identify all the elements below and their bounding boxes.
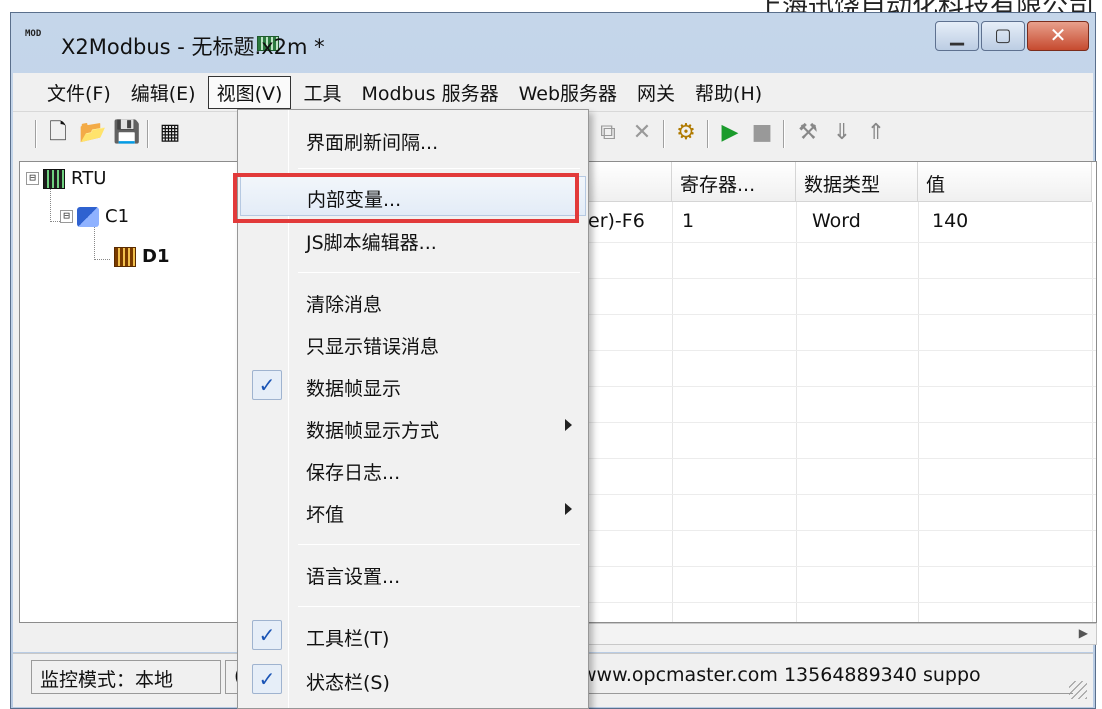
menu-item-errors-only[interactable]: 只显示错误消息 [240,324,586,364]
checkmark-icon: ✓ [252,664,282,694]
minimize-icon: ▁ [950,25,964,46]
maximize-button[interactable]: ▢ [981,21,1025,51]
cell-datatype[interactable]: Word [812,210,861,232]
column-divider [1092,202,1093,622]
tree-node-rtu[interactable]: ⊟ RTU [26,168,106,189]
menu-item-label: 工具栏(T) [306,628,390,650]
device-icon [114,246,136,267]
menu-separator [298,168,580,169]
load-icon[interactable]: ⇓ [829,120,855,146]
menu-modbus-server[interactable]: Modbus 服务器 [353,77,506,108]
menu-gateway[interactable]: 网关 [629,77,683,108]
menu-item-label: 清除消息 [306,294,383,316]
tree-node-c1[interactable]: ⊟ C1 [60,206,129,227]
window-controls: ▁ ▢ ✕ [933,21,1089,51]
tree-node-label: C1 [105,206,130,227]
toolbar-separator [663,120,665,148]
device-tree[interactable]: ⊟ RTU ⊟ C1 D1 [19,161,239,623]
menu-item-show-frames[interactable]: ✓ 数据帧显示 [240,366,586,406]
menu-item-language[interactable]: 语言设置... [240,554,586,594]
connection-icon [77,206,99,227]
submenu-arrow-icon [565,503,572,515]
upload-icon[interactable]: ⇑ [863,120,889,146]
column-divider [672,202,673,622]
menu-item-save-log[interactable]: 保存日志... [240,450,586,490]
checkmark-icon: ✓ [252,620,282,650]
delete-icon[interactable]: ✕ [629,120,655,146]
window-title: X2Modbus - 无标题.x2m * [61,35,325,59]
stop-icon[interactable]: ■ [749,120,775,146]
watermark-text: 上海迅饶自动化科技有限公司 [756,0,1094,12]
new-file-icon[interactable]: 🗋 [45,120,71,146]
column-header-value[interactable]: 值 [918,162,1092,202]
menu-file[interactable]: 文件(F) [39,77,119,108]
column-header-datatype[interactable]: 数据类型 [796,162,918,202]
title-bar[interactable]: MOD X2Modbus - 无标题.x2m * ▁ ▢ ✕ [11,13,1095,71]
tree-node-d1[interactable]: D1 [114,246,169,267]
tree-node-label: RTU [71,168,107,189]
status-mode: 监控模式：本地 [31,660,221,694]
menu-item-toolbar[interactable]: ✓ 工具栏(T) [240,616,586,656]
cell-value[interactable]: 140 [932,210,968,232]
close-icon: ✕ [1049,23,1067,47]
menu-item-label: 只显示错误消息 [306,336,440,358]
toolbar-separator [707,120,709,148]
menu-tools[interactable]: 工具 [295,77,349,108]
menu-separator [298,606,580,607]
save-icon[interactable]: 💾 [113,120,140,146]
minimize-button[interactable]: ▁ [935,21,979,51]
menu-web-server[interactable]: Web服务器 [511,77,625,108]
resize-grip-icon[interactable] [1069,681,1087,699]
checkmark-icon: ✓ [252,370,282,400]
app-icon: MOD [25,29,279,57]
column-divider [796,202,797,622]
menu-item-label: 数据帧显示方式 [306,420,440,442]
rtu-icon [43,168,65,189]
toolbar-separator [783,120,785,148]
close-button[interactable]: ✕ [1027,21,1089,51]
cell-name[interactable]: er)-F6 [588,210,645,232]
menu-item-bad-value[interactable]: 坏值 [240,492,586,532]
menu-item-refresh-interval[interactable]: 界面刷新间隔... [240,120,586,160]
menu-item-label: 界面刷新间隔... [306,132,439,154]
menu-bar: 文件(F) 编辑(E) 视图(V) 工具 Modbus 服务器 Web服务器 网… [13,73,1093,111]
menu-item-clear-messages[interactable]: 清除消息 [240,282,586,322]
menu-view[interactable]: 视图(V) [207,75,292,109]
scroll-right-icon[interactable]: ▶ [1079,626,1088,640]
menu-item-label: 状态栏(S) [306,672,390,694]
menu-separator [298,544,580,545]
tree-connector [94,222,110,260]
copy-icon[interactable]: ⧉ [595,120,621,146]
collapse-icon[interactable]: ⊟ [26,172,39,185]
status-info: www.opcmaster.com 13564889340 suppo [573,660,1073,694]
top-strip: 上海迅饶自动化科技有限公司 [0,0,1102,12]
menu-item-label: 数据帧显示 [306,378,402,400]
app-icon-label: MOD [25,29,42,39]
menu-separator [298,272,580,273]
tree-node-label: D1 [142,246,170,267]
submenu-arrow-icon [565,419,572,431]
menu-item-frame-display-mode[interactable]: 数据帧显示方式 [240,408,586,448]
toolbar-separator [35,120,37,148]
menu-item-js-editor[interactable]: JS脚本编辑器... [240,220,586,260]
menu-item-label: 语言设置... [306,566,401,588]
collapse-icon[interactable]: ⊟ [60,210,73,223]
menu-item-label: JS脚本编辑器... [306,232,437,254]
toolbar-separator [147,120,149,148]
menu-edit[interactable]: 编辑(E) [123,77,204,108]
start-icon[interactable]: ▶ [717,120,743,146]
add-rtu-icon[interactable]: ▦ [157,120,183,146]
column-divider [918,202,919,622]
open-folder-icon[interactable]: 📂 [79,120,106,146]
tools-icon[interactable]: ⚒ [795,120,821,146]
column-header-register[interactable]: 寄存器... [672,162,796,202]
menu-item-label: 坏值 [306,504,345,526]
menu-item-label: 保存日志... [306,462,401,484]
highlight-annotation-box [233,173,579,223]
menu-item-statusbar[interactable]: ✓ 状态栏(S) [240,660,586,700]
maximize-icon: ▢ [994,25,1012,46]
menu-help[interactable]: 帮助(H) [687,77,770,108]
properties-icon[interactable]: ⚙ [673,120,699,146]
cell-register[interactable]: 1 [682,210,694,232]
